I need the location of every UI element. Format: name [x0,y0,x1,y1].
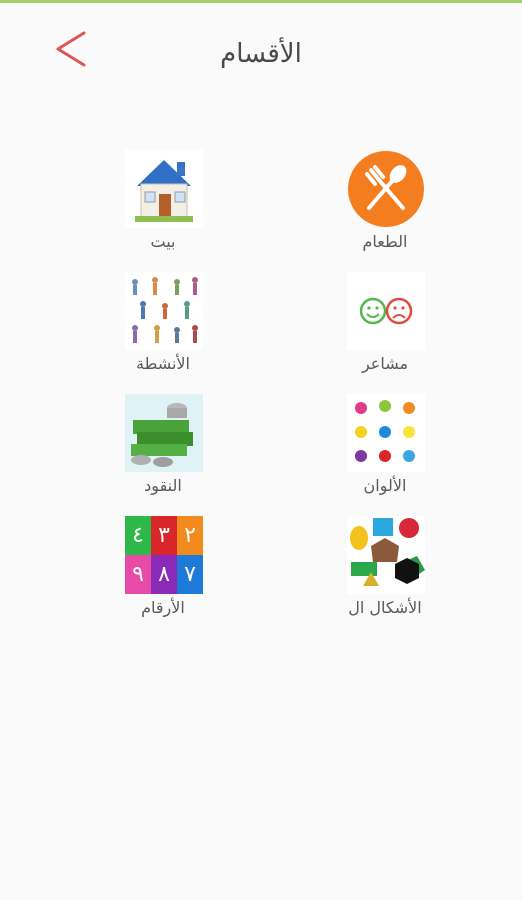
numbers-icon: ٢ ٣ ٤ ٧ ٨ ٩ [125,516,203,594]
emotions-icon [347,272,425,350]
category-label: الطعام [362,232,408,251]
category-house[interactable]: بيت [88,150,238,270]
category-label: الأنشطة [136,354,190,373]
activities-icon [125,272,203,350]
category-numbers[interactable]: ٢ ٣ ٤ ٧ ٨ ٩ الأرقام [88,516,238,636]
digit-cell: ٤ [125,516,151,555]
app-header: الأقسام [0,3,522,93]
category-colors[interactable]: الألوان [310,394,460,514]
money-icon [125,394,203,472]
category-label: مشاعر [361,354,409,373]
digit-cell: ٣ [151,516,177,555]
digit-cell: ٩ [125,555,151,594]
category-label: الأرقام [141,598,185,617]
shapes-icon [347,516,425,594]
food-icon [347,150,425,228]
category-label: الأشكال ال [348,598,422,617]
category-label: بيت [150,232,176,251]
category-label: النقود [144,476,182,495]
colors-icon [347,394,425,472]
digit-cell: ٨ [151,555,177,594]
category-activities[interactable]: الأنشطة [88,272,238,392]
category-emotions[interactable]: مشاعر [310,272,460,392]
house-icon [125,150,203,228]
digit-cell: ٧ [177,555,203,594]
digit-cell: ٢ [177,516,203,555]
page-title: الأقسام [220,39,302,69]
category-money[interactable]: النقود [88,394,238,514]
category-food[interactable]: الطعام [310,150,460,270]
category-shapes[interactable]: الأشكال ال [310,516,460,636]
category-label: الألوان [363,476,407,495]
